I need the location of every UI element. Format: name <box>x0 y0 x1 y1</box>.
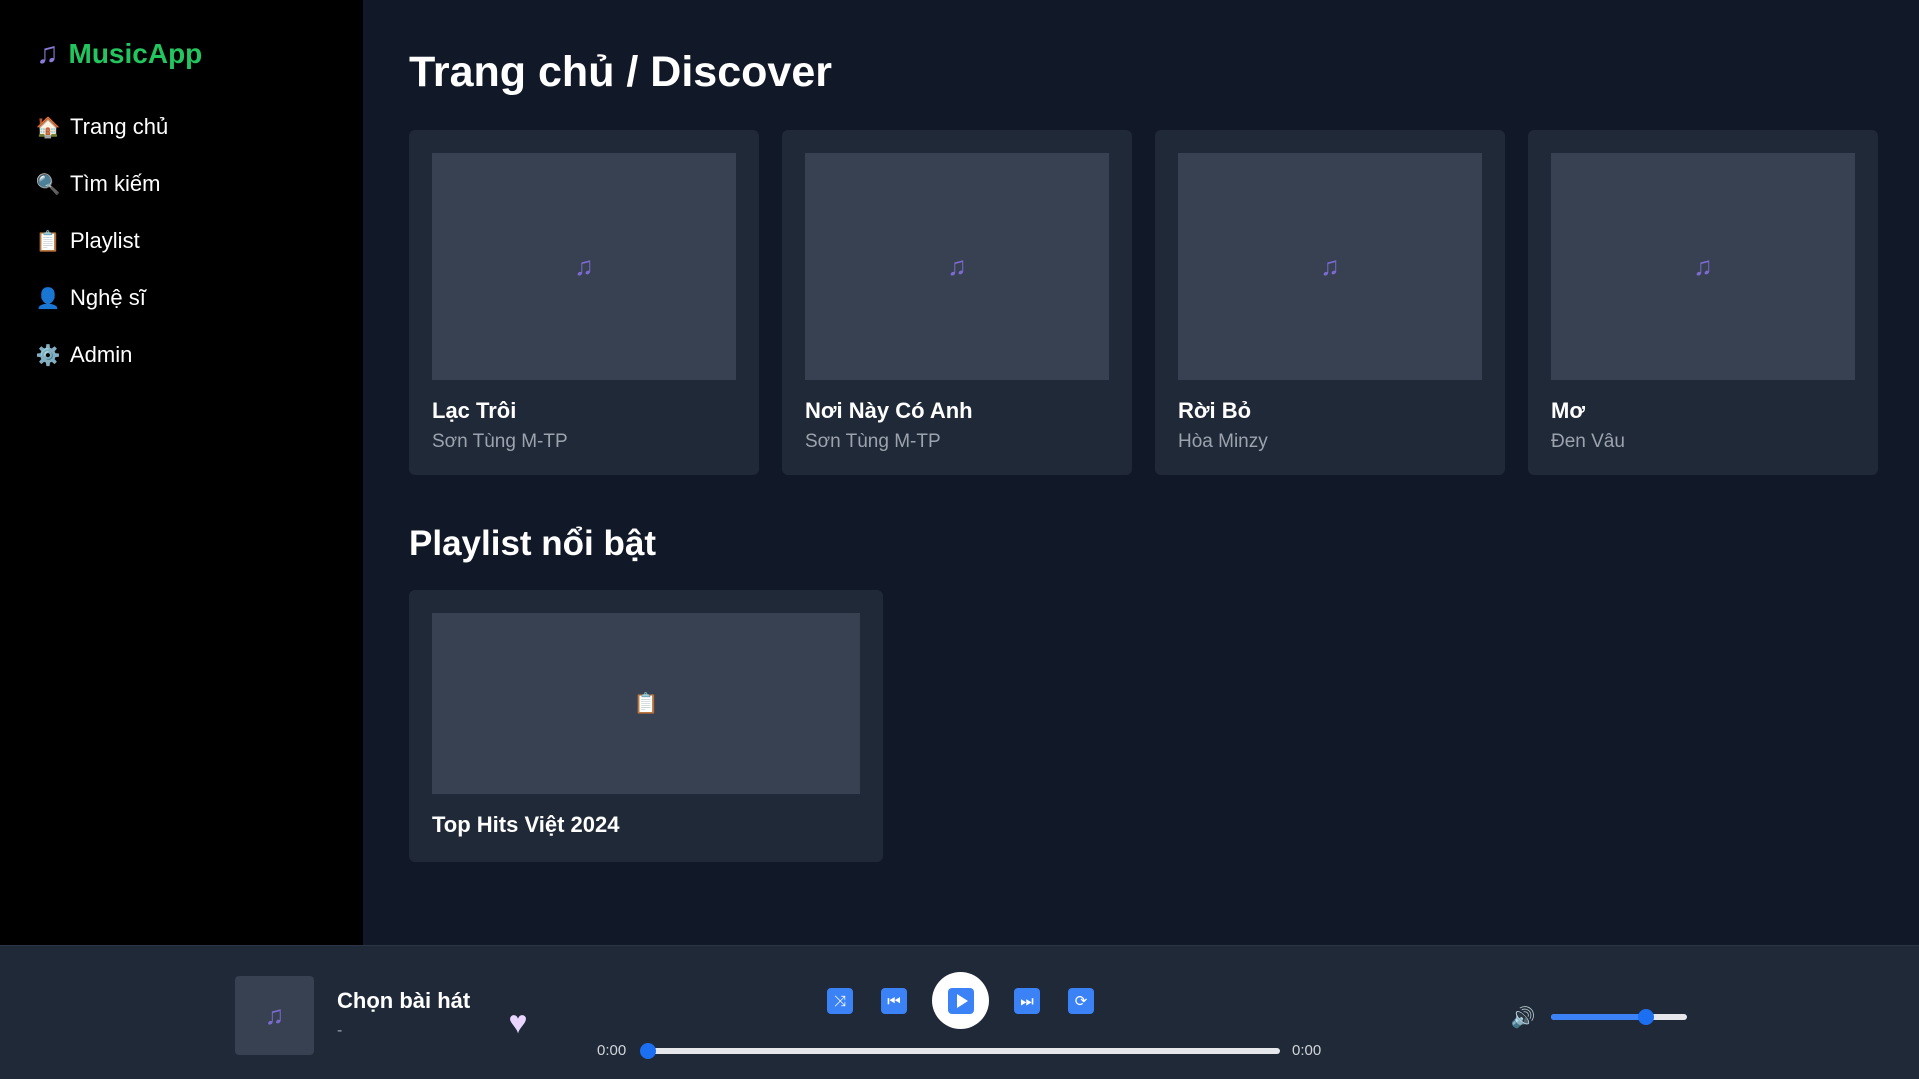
song-grid: ♫ Lạc Trôi Sơn Tùng M-TP ♫ Nơi Này Có An… <box>409 130 1878 475</box>
player-bar: ♫ Chọn bài hát - ♥ ⤨ ⏮ ⏭ ⟳ 0:00 0:00 🔊 <box>0 945 1919 1079</box>
heart-icon: ♥ <box>508 1003 528 1040</box>
current-time: 0:00 <box>597 1042 627 1059</box>
repeat-icon: ⟳ <box>1074 992 1088 1010</box>
music-note-icon: ♫ <box>574 251 594 281</box>
music-note-icon: ♫ <box>1320 251 1340 281</box>
volume-button[interactable]: 🔊 <box>1510 1004 1536 1030</box>
sidebar-item-label: Admin <box>70 342 133 367</box>
now-playing-artist: - <box>337 1022 343 1039</box>
sidebar-item-label: Playlist <box>70 228 140 253</box>
play-button[interactable] <box>932 972 989 1029</box>
song-title: Nơi Này Có Anh <box>805 398 973 423</box>
playlist-cover: 📋 <box>432 613 860 794</box>
volume-handle[interactable] <box>1638 1009 1655 1025</box>
now-playing-thumbnail: ♫ <box>235 976 314 1055</box>
previous-icon: ⏮ <box>887 992 901 1010</box>
sidebar-item-playlist[interactable]: 📋 Playlist <box>36 220 363 262</box>
song-cover: ♫ <box>1178 153 1482 380</box>
sidebar-item-label: Nghệ sĩ <box>70 285 146 310</box>
gear-icon: ⚙️ <box>35 344 61 367</box>
person-icon: 👤 <box>35 287 61 310</box>
sidebar-item-label: Tìm kiếm <box>70 171 161 196</box>
song-title: Mơ <box>1551 398 1585 423</box>
repeat-button[interactable]: ⟳ <box>1068 988 1094 1014</box>
clipboard-icon: 📋 <box>633 693 659 715</box>
song-card[interactable]: ♫ Mơ Đen Vâu <box>1528 130 1878 475</box>
now-playing-title: Chọn bài hát <box>337 988 471 1013</box>
sidebar-item-label: Trang chủ <box>70 114 169 139</box>
sidebar-item-artists[interactable]: 👤 Nghệ sĩ <box>36 277 363 319</box>
featured-playlists-heading: Playlist nổi bật <box>409 524 656 563</box>
house-icon: 🏠 <box>35 116 61 139</box>
song-card[interactable]: ♫ Nơi Này Có Anh Sơn Tùng M-TP <box>782 130 1132 475</box>
sidebar-item-search[interactable]: 🔍 Tìm kiếm <box>36 163 363 205</box>
playlist-card[interactable]: 📋 Top Hits Việt 2024 <box>409 590 883 862</box>
playlist-title: Top Hits Việt 2024 <box>432 812 620 837</box>
sidebar: ♫ MusicApp 🏠 Trang chủ 🔍 Tìm kiếm 📋 Play… <box>0 0 363 945</box>
sidebar-item-admin[interactable]: ⚙️ Admin <box>36 334 363 376</box>
song-cover: ♫ <box>1551 153 1855 380</box>
clipboard-icon: 📋 <box>35 230 61 253</box>
song-cover: ♫ <box>432 153 736 380</box>
music-note-icon: ♫ <box>1693 251 1713 281</box>
music-note-icon: ♫ <box>36 37 59 70</box>
next-button[interactable]: ⏭ <box>1014 988 1040 1014</box>
song-title: Rời Bỏ <box>1178 398 1252 423</box>
song-card[interactable]: ♫ Rời Bỏ Hòa Minzy <box>1155 130 1505 475</box>
volume-fill <box>1551 1014 1647 1020</box>
app-logo[interactable]: ♫ MusicApp <box>36 36 363 72</box>
song-card[interactable]: ♫ Lạc Trôi Sơn Tùng M-TP <box>409 130 759 475</box>
search-icon: 🔍 <box>35 173 61 196</box>
total-time: 0:00 <box>1292 1042 1322 1059</box>
main-content: Trang chủ / Discover ♫ Lạc Trôi Sơn Tùng… <box>363 0 1919 945</box>
song-artist: Đen Vâu <box>1551 431 1625 452</box>
previous-button[interactable]: ⏮ <box>881 988 907 1014</box>
song-artist: Hòa Minzy <box>1178 431 1268 452</box>
music-note-icon: ♫ <box>264 1000 285 1030</box>
play-icon <box>947 987 974 1014</box>
progress-slider[interactable] <box>640 1043 1280 1059</box>
like-button[interactable]: ♥ <box>500 1004 536 1040</box>
page-title: Trang chủ / Discover <box>409 48 832 96</box>
sidebar-item-home[interactable]: 🏠 Trang chủ <box>36 106 363 148</box>
shuffle-icon: ⤨ <box>833 992 846 1010</box>
song-artist: Sơn Tùng M-TP <box>805 431 941 452</box>
song-title: Lạc Trôi <box>432 398 517 423</box>
shuffle-button[interactable]: ⤨ <box>827 988 853 1014</box>
music-note-icon: ♫ <box>947 251 967 281</box>
app-name: MusicApp <box>68 38 203 69</box>
next-icon: ⏭ <box>1020 992 1034 1010</box>
song-artist: Sơn Tùng M-TP <box>432 431 568 452</box>
volume-slider[interactable] <box>1551 1009 1687 1025</box>
speaker-icon: 🔊 <box>1510 1006 1536 1029</box>
progress-handle[interactable] <box>640 1043 656 1059</box>
song-cover: ♫ <box>805 153 1109 380</box>
